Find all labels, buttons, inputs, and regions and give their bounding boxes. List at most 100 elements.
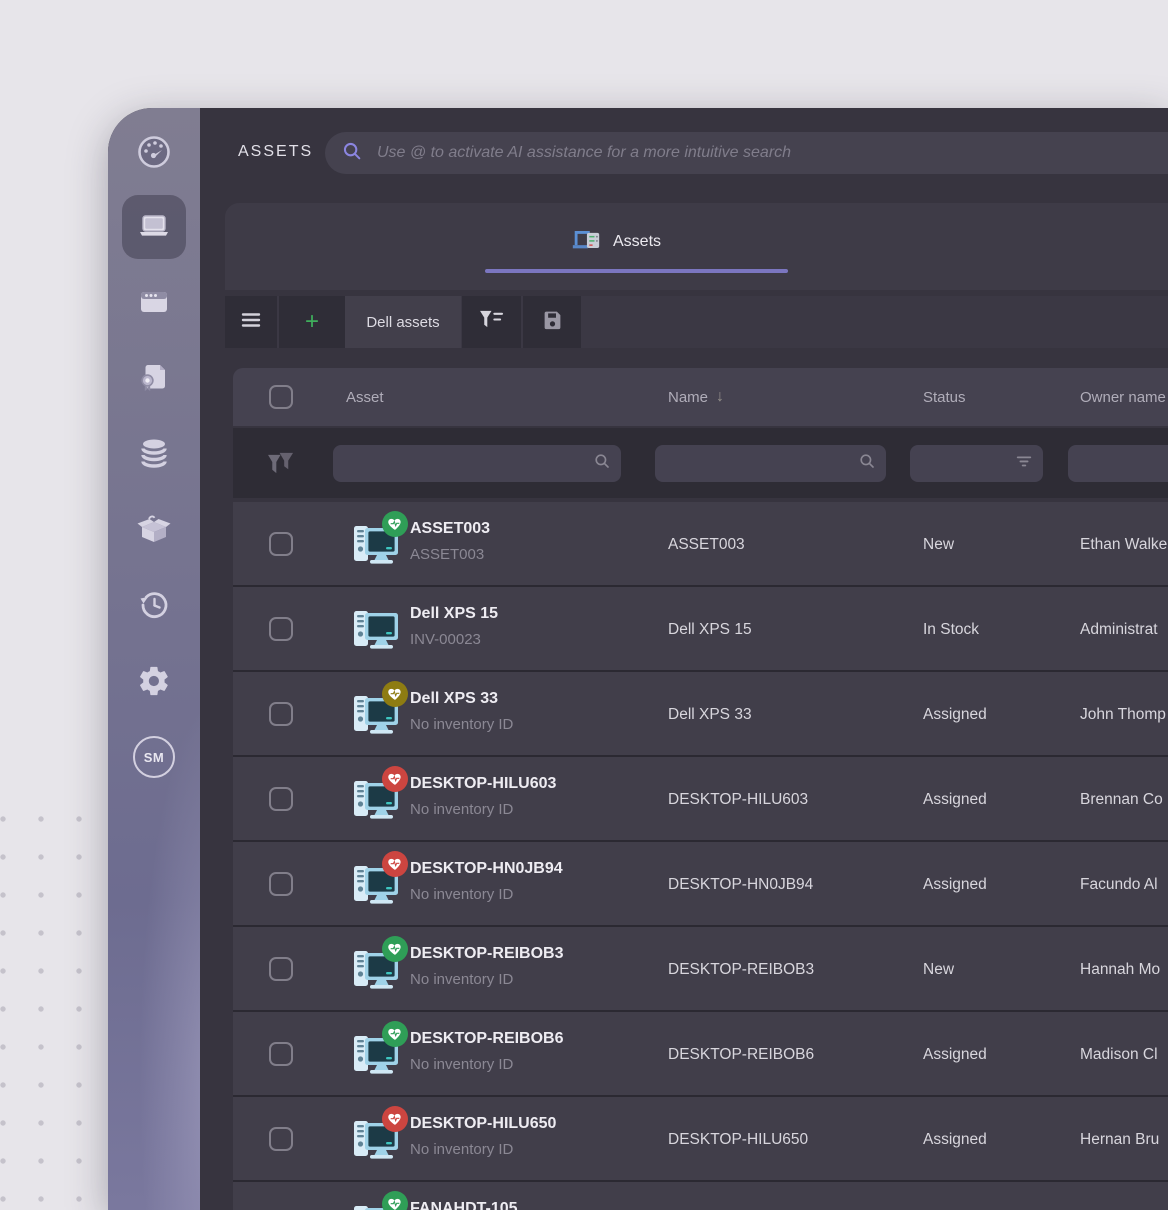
sidebar-item-settings[interactable] xyxy=(122,649,186,713)
sidebar-item-software[interactable] xyxy=(122,270,186,334)
health-badge xyxy=(382,1191,408,1210)
row-checkbox[interactable] xyxy=(269,787,293,811)
sidebar-item-dashboard[interactable] xyxy=(122,120,186,184)
sidebar-item-assets[interactable] xyxy=(122,195,186,259)
asset-title: DESKTOP-REIBOB6 xyxy=(410,1030,564,1047)
table-body: ASSET003 ASSET003 ASSET003 New Ethan Walk… xyxy=(233,502,1168,1210)
desktop-computer-icon xyxy=(352,1021,408,1077)
table-row[interactable]: Dell XPS 15 INV-00023 Dell XPS 15 In Stoc… xyxy=(233,587,1168,672)
cell-name: Dell XPS 15 xyxy=(668,620,752,638)
box-icon xyxy=(136,512,172,546)
add-view-button[interactable]: + xyxy=(279,296,345,348)
health-badge xyxy=(382,1021,408,1047)
cell-status: New xyxy=(923,535,955,553)
row-checkbox[interactable] xyxy=(269,1042,293,1066)
asset-title: DESKTOP-HILU650 xyxy=(410,1115,557,1132)
asset-title: DESKTOP-HN0JB94 xyxy=(410,860,563,877)
double-funnel-icon[interactable] xyxy=(267,451,296,481)
desktop-computer-icon xyxy=(352,1191,408,1210)
column-label: Asset xyxy=(346,388,384,406)
asset-inventory-id: No inventory ID xyxy=(410,716,514,733)
sidebar-item-inventory[interactable] xyxy=(122,497,186,561)
cell-owner: John Thomp xyxy=(1080,705,1166,723)
row-checkbox[interactable] xyxy=(269,957,293,981)
save-view-button[interactable] xyxy=(523,296,581,348)
table-row[interactable]: DESKTOP-REIBOB6 No inventory ID DESKTOP-R… xyxy=(233,1012,1168,1097)
asset-inventory-id: ASSET003 xyxy=(410,546,485,563)
filter-button[interactable] xyxy=(462,296,521,348)
asset-title: FANAHDT-105 xyxy=(410,1200,518,1210)
main-area: ASSETS Assets + Dell assets Asset xyxy=(200,108,1168,1210)
owner-filter-input[interactable] xyxy=(1068,445,1168,482)
table-row[interactable]: DESKTOP-REIBOB3 No inventory ID DESKTOP-R… xyxy=(233,927,1168,1012)
row-checkbox[interactable] xyxy=(269,1127,293,1151)
name-filter-input[interactable] xyxy=(655,445,886,482)
sort-descending-icon[interactable]: ↓ xyxy=(716,388,724,406)
desktop-computer-icon xyxy=(352,511,408,567)
view-tab-label: Dell assets xyxy=(366,313,440,331)
cell-status: Assigned xyxy=(923,1130,987,1148)
select-all-checkbox[interactable] xyxy=(269,368,293,426)
asset-inventory-id: No inventory ID xyxy=(410,886,514,903)
column-label: Status xyxy=(923,388,966,406)
cell-status: Assigned xyxy=(923,1045,987,1063)
column-label: Name xyxy=(668,388,709,406)
cell-name: ASSET003 xyxy=(668,535,745,553)
cell-name: DESKTOP-REIBOB3 xyxy=(668,960,815,978)
asset-inventory-id: No inventory ID xyxy=(410,801,514,818)
checkbox-icon xyxy=(269,385,293,409)
column-header-name[interactable]: Name ↓ xyxy=(668,368,724,426)
row-checkbox[interactable] xyxy=(269,702,293,726)
search-icon xyxy=(341,140,363,167)
table-row[interactable]: DESKTOP-HN0JB94 No inventory ID DESKTOP-H… xyxy=(233,842,1168,927)
status-filter-select[interactable] xyxy=(910,445,1043,482)
health-badge xyxy=(382,936,408,962)
cell-status: Assigned xyxy=(923,705,987,723)
cell-name: DESKTOP-HN0JB94 xyxy=(668,875,814,893)
asset-title: ASSET003 xyxy=(410,520,491,537)
gear-icon xyxy=(137,664,171,698)
table-row[interactable]: DESKTOP-HILU603 No inventory ID DESKTOP-H… xyxy=(233,757,1168,842)
health-badge xyxy=(382,1106,408,1132)
sidebar-avatar[interactable]: SM xyxy=(122,725,186,789)
avatar-initials: SM xyxy=(143,749,165,765)
cell-owner: Brennan Co xyxy=(1080,790,1163,808)
sidebar-item-history[interactable] xyxy=(122,573,186,637)
cell-status: Assigned xyxy=(923,875,987,893)
health-badge xyxy=(382,766,408,792)
column-header-asset[interactable]: Asset xyxy=(346,368,384,426)
column-filter-row xyxy=(233,428,1168,498)
menu-button[interactable] xyxy=(225,296,277,348)
table-row[interactable]: Dell XPS 33 No inventory ID Dell XPS 33 A… xyxy=(233,672,1168,757)
desktop-computer-icon xyxy=(352,681,408,737)
column-header-owner[interactable]: Owner name xyxy=(1080,368,1166,426)
global-search xyxy=(325,132,1168,174)
asset-filter-input[interactable] xyxy=(333,445,621,482)
table-row[interactable]: ASSET003 ASSET003 ASSET003 New Ethan Walk… xyxy=(233,502,1168,587)
tab-assets-label: Assets xyxy=(613,233,662,250)
tab-assets[interactable]: Assets xyxy=(570,220,661,264)
filter-lines-icon xyxy=(1015,452,1033,475)
laptop-icon xyxy=(136,212,172,242)
table-row[interactable]: FANAHDT-105 xyxy=(233,1182,1168,1210)
row-checkbox[interactable] xyxy=(269,532,293,556)
app-window: SM ASSETS Assets + Dell assets xyxy=(108,108,1168,1210)
plus-icon: + xyxy=(304,308,319,335)
view-tab-dell-assets[interactable]: Dell assets xyxy=(345,296,461,348)
assets-laptop-server-icon xyxy=(570,227,602,257)
search-input[interactable] xyxy=(363,132,1168,174)
row-checkbox[interactable] xyxy=(269,617,293,641)
sidebar-item-data[interactable] xyxy=(122,421,186,485)
row-checkbox[interactable] xyxy=(269,872,293,896)
gauge-icon xyxy=(136,134,172,170)
table-row[interactable]: DESKTOP-HILU650 No inventory ID DESKTOP-H… xyxy=(233,1097,1168,1182)
cell-owner: Madison Cl xyxy=(1080,1045,1158,1063)
asset-title: Dell XPS 15 xyxy=(410,605,499,622)
asset-inventory-id: No inventory ID xyxy=(410,1141,514,1158)
active-tab-indicator xyxy=(485,269,788,273)
asset-inventory-id: INV-00023 xyxy=(410,631,481,648)
search-icon xyxy=(858,452,876,475)
window-icon xyxy=(137,288,171,316)
sidebar-item-licenses[interactable] xyxy=(122,346,186,410)
column-header-status[interactable]: Status xyxy=(923,368,966,426)
